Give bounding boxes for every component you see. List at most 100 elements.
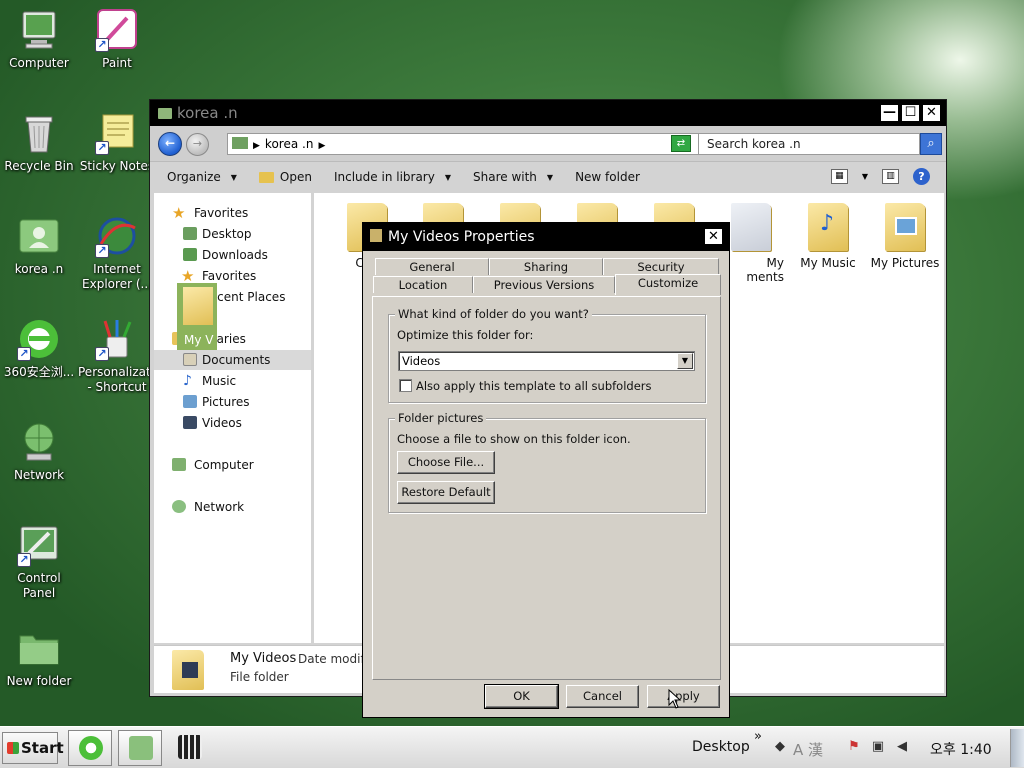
nav-videos[interactable]: Videos	[154, 413, 311, 433]
nav-music[interactable]: ♪ Music	[154, 371, 311, 391]
computer-icon	[17, 8, 61, 52]
view-options-icon[interactable]: ▦	[830, 169, 848, 184]
optimize-folder-select[interactable]: Videos ▼	[398, 351, 695, 371]
selected-folder-my-videos[interactable]: My V	[177, 283, 217, 350]
nav-computer[interactable]: Computer	[154, 455, 311, 475]
folder-item-my-music[interactable]: ♪ My Music	[789, 203, 867, 270]
apply-subfolders-checkbox[interactable]	[399, 379, 412, 392]
desktop-icon-label: Paint	[102, 56, 132, 70]
maximize-button[interactable]: ☐	[901, 104, 920, 122]
tab-security[interactable]: Security	[603, 258, 719, 275]
desktop-icon-control-panel[interactable]: ↗ Control Panel	[0, 523, 78, 601]
desktop-icon-computer[interactable]: Computer	[0, 8, 78, 71]
start-button[interactable]: Start	[2, 732, 64, 764]
choose-file-button[interactable]: Choose File...	[397, 451, 495, 474]
clapperboard-icon	[178, 735, 202, 759]
nav-label: Network	[194, 500, 245, 514]
documents-icon	[183, 353, 197, 366]
taskbar-explorer[interactable]	[118, 730, 162, 766]
ime-indicator[interactable]: A 漢	[793, 739, 823, 760]
navigation-pane: ★ Favorites Desktop Downloads ★ Favorites …	[154, 193, 311, 643]
search-icon[interactable]: ⌕	[920, 133, 942, 155]
tab-sharing[interactable]: Sharing	[489, 258, 603, 275]
minimize-button[interactable]: —	[880, 104, 899, 122]
chevron-down-icon: ▼	[444, 172, 451, 182]
dialog-titlebar[interactable]: My Videos Properties ✕	[363, 223, 729, 251]
chevron-icon[interactable]: »	[754, 729, 762, 744]
ok-button[interactable]: OK	[484, 684, 559, 709]
folder-type-group: What kind of folder do you want? Optimiz…	[388, 307, 706, 403]
preview-pane-icon[interactable]: ▥	[882, 169, 899, 184]
desktop-icon-korea-n[interactable]: korea .n	[0, 214, 78, 277]
restore-default-button[interactable]: Restore Default	[397, 481, 495, 504]
star-icon: ★	[172, 204, 186, 222]
tab-location[interactable]: Location	[373, 276, 473, 293]
chevron-down-icon: ▼	[546, 172, 554, 182]
network-icon	[172, 500, 186, 513]
show-desktop-button[interactable]	[1010, 729, 1024, 767]
taskbar-media[interactable]	[168, 730, 212, 766]
volume-icon[interactable]: ◀	[894, 739, 910, 755]
open-button[interactable]: Open	[258, 170, 312, 184]
cancel-button[interactable]: Cancel	[566, 685, 639, 708]
clock[interactable]: 오후 1:40	[930, 739, 992, 759]
back-button[interactable]: ←	[158, 132, 182, 156]
music-icon: ♪	[183, 373, 192, 389]
close-button[interactable]: ✕	[704, 228, 723, 245]
close-button[interactable]: ✕	[922, 104, 941, 122]
help-icon[interactable]: ?	[913, 168, 930, 185]
network-tray-icon[interactable]: ▣	[870, 739, 886, 755]
tab-customize[interactable]: Customize	[615, 274, 721, 295]
include-in-library-menu[interactable]: Include in library ▼	[334, 170, 451, 184]
desktop-icon-sticky-notes[interactable]: ↗ Sticky Notes	[78, 111, 156, 174]
search-input[interactable]: Search korea .n	[698, 133, 920, 155]
organize-menu[interactable]: Organize ▼	[167, 170, 237, 184]
recycle-bin-icon	[17, 111, 61, 155]
nav-label: Computer	[194, 458, 254, 472]
desktop-toolbar-label[interactable]: Desktop	[692, 739, 750, 755]
pictures-folder-icon	[885, 203, 925, 251]
explorer-titlebar[interactable]: korea .n — ☐ ✕	[150, 100, 946, 126]
tab-previous-versions[interactable]: Previous Versions	[473, 276, 615, 293]
new-folder-button[interactable]: New folder	[575, 170, 640, 184]
folder-item-my-pictures[interactable]: My Pictures	[866, 203, 944, 270]
360-browser-icon: ↗	[17, 317, 61, 361]
shortcut-arrow-icon: ↗	[95, 141, 109, 155]
explorer-icon	[129, 736, 153, 760]
taskbar-360-browser[interactable]	[68, 730, 112, 766]
desktop-icon	[183, 227, 197, 240]
share-with-menu[interactable]: Share with ▼	[473, 170, 553, 184]
desktop-icon-recycle-bin[interactable]: Recycle Bin	[0, 111, 78, 174]
nav-desktop[interactable]: Desktop	[154, 224, 311, 244]
language-bar-icon[interactable]: ◆	[772, 739, 788, 755]
refresh-button[interactable]: ⇄	[671, 135, 691, 152]
forward-button[interactable]: →	[186, 133, 209, 156]
chevron-down-icon: ▼	[230, 172, 237, 182]
chevron-down-icon[interactable]: ▼	[677, 353, 693, 369]
nav-pictures[interactable]: Pictures	[154, 392, 311, 412]
address-bar: ← → ▶korea .n▶ ▼ ⇄ Search korea .n ⌕	[150, 126, 946, 162]
chevron-down-icon[interactable]: ▼	[862, 172, 868, 181]
tab-general[interactable]: General	[375, 258, 489, 275]
nav-favorites[interactable]: ★ Favorites	[154, 203, 311, 223]
folder-label: My Pictures	[870, 256, 940, 270]
nav-label: Downloads	[202, 248, 268, 262]
videos-folder-icon	[172, 650, 204, 690]
desktop-icon-paint[interactable]: ↗ Paint	[78, 8, 156, 71]
desktop-icon-label: Network	[13, 468, 65, 482]
mouse-cursor-icon	[668, 688, 682, 712]
desktop-icon-personalization[interactable]: ↗ Personalizat... - Shortcut	[78, 317, 162, 395]
sticky-notes-icon: ↗	[95, 111, 139, 155]
action-center-flag-icon[interactable]: ⚑	[846, 739, 862, 755]
network-globe-icon	[17, 420, 61, 464]
nav-downloads[interactable]: Downloads	[154, 245, 311, 265]
apply-button[interactable]: Apply	[647, 685, 720, 708]
desktop-icon-new-folder[interactable]: New folder	[0, 626, 78, 689]
desktop-icon-network[interactable]: Network	[0, 420, 78, 483]
nav-label: Videos	[202, 416, 242, 430]
desktop-icon-360[interactable]: ↗ 360安全浏...	[0, 317, 78, 380]
nav-documents[interactable]: Documents	[154, 350, 311, 370]
nav-network[interactable]: Network	[154, 497, 311, 517]
personalization-icon: ↗	[95, 317, 139, 361]
desktop-icon-internet-explorer[interactable]: ↗ Internet Explorer (...	[78, 214, 156, 292]
